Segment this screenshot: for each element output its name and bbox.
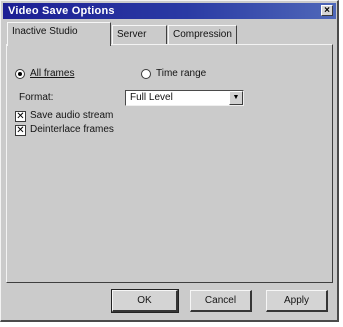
radio-all-frames-label[interactable]: All frames <box>30 68 74 80</box>
format-label: Format: <box>19 92 54 103</box>
tab-label: Inactive Studio <box>12 26 78 37</box>
radio-time-range[interactable] <box>141 69 151 79</box>
tab-label: Server <box>117 29 147 40</box>
checkbox-save-audio-label[interactable]: Save audio stream <box>30 110 113 122</box>
title-bar[interactable]: Video Save Options × <box>3 3 336 19</box>
apply-button[interactable]: Apply <box>266 290 328 312</box>
checkbox-save-audio[interactable]: ✕ <box>15 111 26 122</box>
tab-compression[interactable]: Compression <box>168 25 237 44</box>
dialog-window: Video Save Options × Inactive Studio Ser… <box>0 0 339 322</box>
cancel-button[interactable]: Cancel <box>190 290 252 312</box>
radio-time-range-label[interactable]: Time range <box>156 68 206 80</box>
check-icon: ✕ <box>16 125 25 136</box>
close-button[interactable]: × <box>321 5 333 16</box>
check-icon: ✕ <box>16 111 25 122</box>
tab-inactive-studio[interactable]: Inactive Studio <box>7 22 111 46</box>
chevron-down-icon: ▼ <box>232 94 240 101</box>
close-icon: × <box>324 5 330 16</box>
ok-button[interactable]: OK <box>111 289 179 313</box>
tab-server[interactable]: Server <box>112 25 167 44</box>
checkbox-deinterlace[interactable]: ✕ <box>15 125 26 136</box>
dialog-title: Video Save Options <box>8 5 115 17</box>
dropdown-button[interactable]: ▼ <box>229 91 243 105</box>
format-select[interactable]: Full Level ▼ <box>125 90 244 106</box>
tab-label: Compression <box>173 29 232 40</box>
radio-all-frames[interactable] <box>15 69 25 79</box>
checkbox-deinterlace-label[interactable]: Deinterlace frames <box>30 124 114 136</box>
format-select-value: Full Level <box>130 92 173 103</box>
